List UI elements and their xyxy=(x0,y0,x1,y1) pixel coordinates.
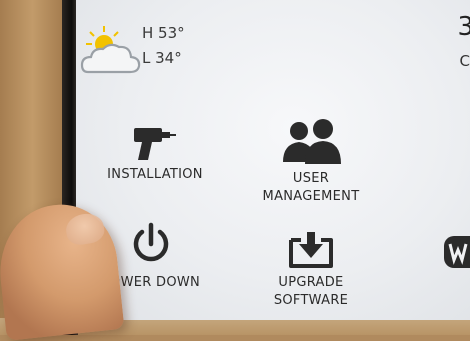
clock-time: 3 xyxy=(457,12,470,42)
users-icon xyxy=(283,119,341,164)
installation-label: INSTALLATION xyxy=(107,167,203,182)
installation-button[interactable]: INSTALLATION xyxy=(80,122,230,184)
touch-screen: H 53° L 34° 3 C INSTALLATION USER MANAGE… xyxy=(76,0,470,320)
drill-icon xyxy=(134,128,176,160)
user-management-button[interactable]: USER MANAGEMENT xyxy=(246,118,376,206)
clock-subtext: C xyxy=(459,52,470,70)
power-icon xyxy=(133,222,169,262)
weather-low: L 34° xyxy=(142,49,182,67)
partial-tile-icon[interactable] xyxy=(442,232,470,272)
partly-cloudy-icon xyxy=(80,26,141,74)
download-icon xyxy=(289,232,333,268)
upgrade-software-label-line2: SOFTWARE xyxy=(273,293,349,308)
user-management-label-line2: MANAGEMENT xyxy=(262,189,360,204)
upgrade-software-button[interactable]: UPGRADE SOFTWARE xyxy=(246,230,376,310)
user-management-label-line1: USER xyxy=(292,171,330,186)
upgrade-software-label-line1: UPGRADE xyxy=(278,275,344,290)
weather-high: H 53° xyxy=(142,24,185,42)
